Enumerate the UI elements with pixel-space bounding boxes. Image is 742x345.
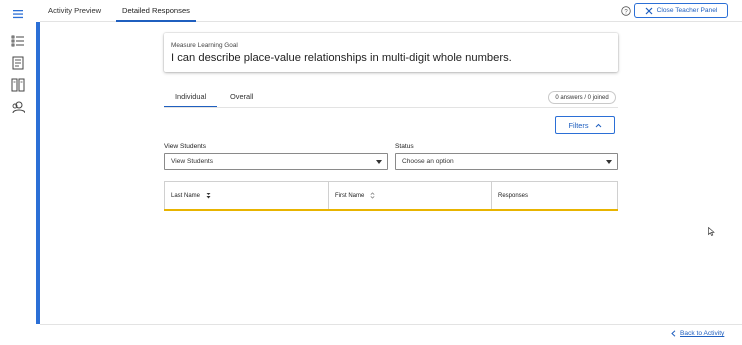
column-header-first-name[interactable]: First Name <box>329 182 492 210</box>
column-header-responses: Responses <box>492 182 617 210</box>
view-students-value: View Students <box>171 158 214 165</box>
status-select[interactable]: Choose an option <box>395 153 618 170</box>
back-to-activity-label: Back to Activity <box>680 330 725 337</box>
people-icon[interactable] <box>11 100 25 114</box>
tab-overall[interactable]: Overall <box>219 89 264 108</box>
responses-table: Last Name First Name Responses <box>164 181 618 211</box>
filters-label: Filters <box>568 120 589 130</box>
view-students-label: View Students <box>164 143 207 150</box>
close-teacher-panel-button[interactable]: Close Teacher Panel <box>634 3 728 18</box>
tab-individual[interactable]: Individual <box>164 89 218 108</box>
answers-count-badge: 0 answers / 0 joined <box>548 91 616 104</box>
close-teacher-panel-label: Close Teacher Panel <box>656 7 718 14</box>
menu-icon[interactable] <box>11 7 25 21</box>
filters-button[interactable]: Filters <box>555 116 615 134</box>
view-students-select[interactable]: View Students <box>164 153 388 170</box>
status-value: Choose an option <box>402 158 454 165</box>
columns-icon[interactable] <box>11 78 25 92</box>
accent-bar <box>36 22 40 324</box>
back-to-activity-link[interactable]: Back to Activity <box>671 330 724 337</box>
table-header-accent <box>164 209 618 211</box>
help-icon[interactable]: ? <box>621 6 631 16</box>
chevron-left-icon <box>671 330 676 337</box>
left-rail <box>0 0 36 345</box>
tab-detailed-responses[interactable]: Detailed Responses <box>116 0 196 22</box>
list-icon[interactable] <box>11 34 25 48</box>
subtab-divider <box>164 107 618 108</box>
svg-text:?: ? <box>624 9 628 15</box>
footer-divider <box>40 324 742 325</box>
notebook-icon[interactable] <box>11 56 25 70</box>
column-header-last-name[interactable]: Last Name <box>165 182 329 210</box>
goal-text: I can describe place-value relationships… <box>171 52 512 64</box>
learning-goal-card: Measure Learning Goal I can describe pla… <box>164 33 618 72</box>
sort-descending-icon <box>206 192 211 199</box>
sort-icon <box>370 192 375 199</box>
column-header-label: Responses <box>498 193 529 199</box>
goal-eyebrow: Measure Learning Goal <box>171 42 238 49</box>
column-header-label: First Name <box>335 193 365 199</box>
close-icon <box>645 7 653 14</box>
column-header-label: Last Name <box>171 193 201 199</box>
status-label: Status <box>395 143 414 150</box>
mouse-cursor-icon <box>708 227 715 236</box>
caret-down-icon <box>376 160 382 164</box>
chevron-up-icon <box>595 123 601 127</box>
tab-activity-preview[interactable]: Activity Preview <box>42 0 107 22</box>
caret-down-icon <box>606 160 612 164</box>
